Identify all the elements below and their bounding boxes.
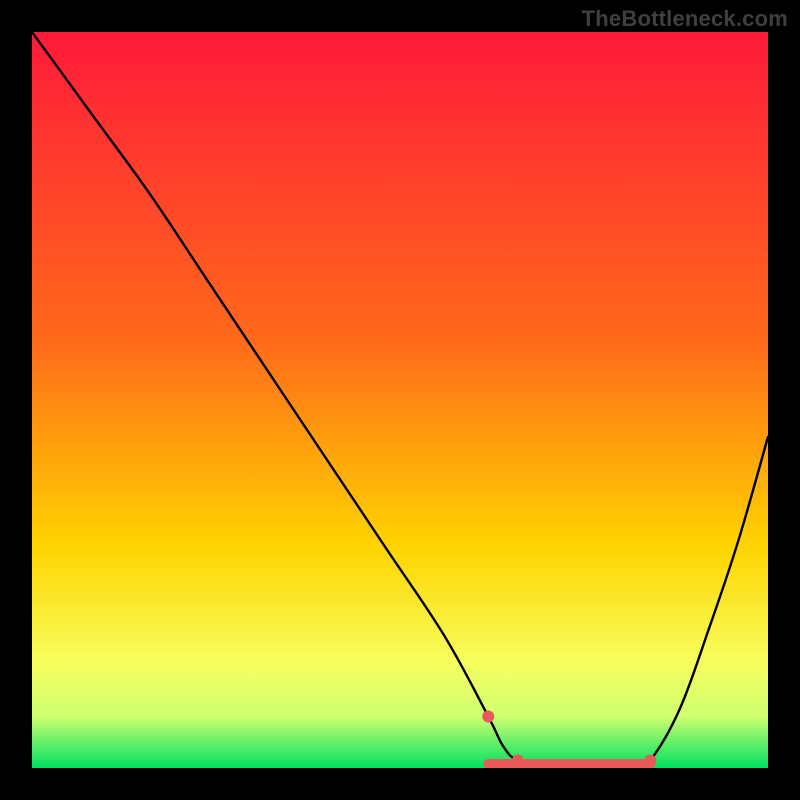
watermark-text: TheBottleneck.com	[582, 6, 788, 32]
gradient-background	[32, 32, 768, 768]
bottleneck-chart	[32, 32, 768, 768]
marker-dot	[482, 711, 494, 723]
marker-dot	[644, 755, 656, 767]
marker-dot	[512, 755, 524, 767]
